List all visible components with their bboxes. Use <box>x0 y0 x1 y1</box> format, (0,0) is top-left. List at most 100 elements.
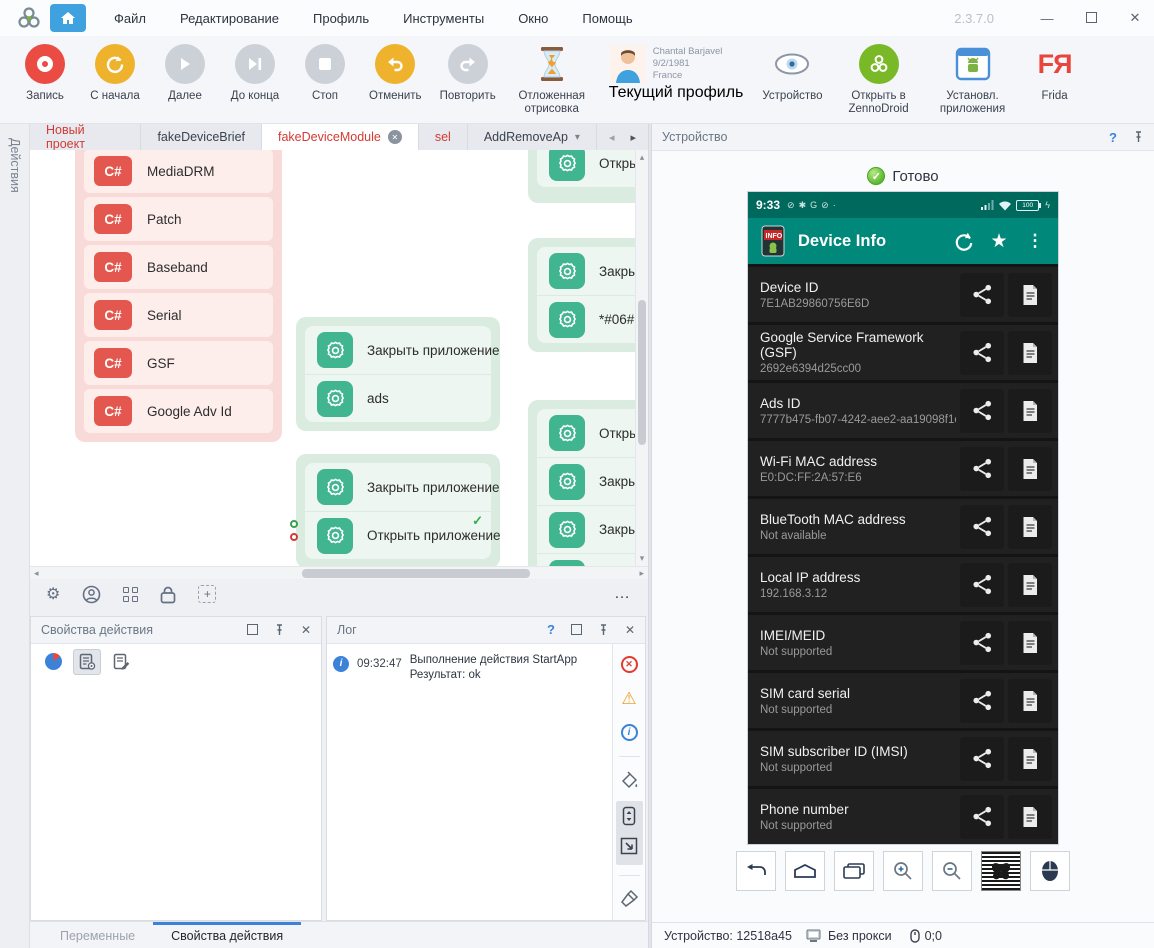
tab-fakeDeviceBrief[interactable]: fakeDeviceBrief <box>141 124 262 150</box>
log-close-icon[interactable]: ✕ <box>625 623 635 637</box>
share-button[interactable] <box>960 447 1004 491</box>
port-success[interactable] <box>290 520 298 528</box>
copy-button[interactable] <box>1008 737 1052 781</box>
menu-item-Редактирование[interactable]: Редактирование <box>180 11 279 26</box>
profile-pie-icon[interactable] <box>39 649 67 675</box>
copy-button[interactable] <box>1008 679 1052 723</box>
node-GSF[interactable]: C#GSF <box>84 341 273 385</box>
node-Открыть[interactable]: Открыть <box>537 150 648 187</box>
vscroll-thumb[interactable] <box>638 300 646 445</box>
log-pin-icon[interactable] <box>598 624 609 636</box>
device-help-icon[interactable]: ? <box>1109 130 1117 145</box>
tab-scroll-right-icon[interactable]: ▸ <box>630 131 636 144</box>
log-warnings-filter-icon[interactable]: ⚠ <box>616 686 643 712</box>
share-button[interactable] <box>960 795 1004 839</box>
back-button[interactable] <box>736 851 776 891</box>
log-info-filter-icon[interactable]: i <box>616 720 643 746</box>
more-tools-icon[interactable]: … <box>614 585 632 603</box>
node-Google Adv Id[interactable]: C#Google Adv Id <box>84 389 273 433</box>
zoom-out-button[interactable] <box>932 851 972 891</box>
close-button[interactable]: ✕ <box>1126 10 1144 26</box>
node-Закрыть[interactable]: Закрыть <box>537 247 648 295</box>
share-button[interactable] <box>960 563 1004 607</box>
tab-scroll-left-icon[interactable]: ◂ <box>609 131 615 144</box>
menu-item-Файл[interactable]: Файл <box>114 11 146 26</box>
share-button[interactable] <box>960 505 1004 549</box>
tab-fakeDeviceModule[interactable]: fakeDeviceModule✕ <box>262 124 419 150</box>
tab-Новый проект[interactable]: Новый проект <box>30 124 141 150</box>
log-autoscroll-icon[interactable] <box>616 803 643 829</box>
node-MediaDRM[interactable]: C#MediaDRM <box>84 150 273 193</box>
mouse-mode-button[interactable] <box>1030 851 1070 891</box>
maximize-button[interactable] <box>1082 11 1100 26</box>
refresh-icon[interactable] <box>950 231 976 252</box>
lock-icon[interactable] <box>160 585 176 604</box>
profile-tool-icon[interactable] <box>82 585 101 604</box>
minimize-button[interactable]: — <box>1038 11 1056 26</box>
butterfly-mode-button[interactable] <box>981 851 1021 891</box>
zoom-in-button[interactable] <box>883 851 923 891</box>
scroll-left-icon[interactable]: ◂ <box>34 568 39 579</box>
port-fail[interactable] <box>290 533 298 541</box>
actions-side-tab[interactable]: Действия <box>0 124 30 948</box>
share-button[interactable] <box>960 621 1004 665</box>
scroll-up-icon[interactable]: ▴ <box>636 152 648 163</box>
action-edit-icon[interactable] <box>107 649 135 675</box>
share-button[interactable] <box>960 737 1004 781</box>
node-ads[interactable]: ads <box>305 374 491 422</box>
copy-button[interactable] <box>1008 273 1052 317</box>
log-expand-icon[interactable] <box>616 833 643 859</box>
menu-item-Окно[interactable]: Окно <box>518 11 548 26</box>
node-*#06#[interactable]: *#06# <box>537 295 648 343</box>
favorite-icon[interactable]: ★ <box>986 230 1012 253</box>
stop-button[interactable]: Стоп <box>299 44 351 103</box>
properties-close-icon[interactable]: ✕ <box>301 623 311 637</box>
log-help-icon[interactable]: ? <box>547 622 555 637</box>
canvas-vscrollbar[interactable]: ▴ ▾ <box>635 150 648 566</box>
node-Открыть[interactable]: Открыть <box>537 553 648 566</box>
share-button[interactable] <box>960 331 1004 375</box>
hscroll-thumb[interactable] <box>302 569 530 578</box>
node-Закрыть приложение[interactable]: Закрыть приложение <box>305 326 491 374</box>
current-profile-button[interactable]: Chantal Barjavel 9/2/1981 France Текущий… <box>609 44 744 102</box>
node-Закрыть приложение[interactable]: Закрыть приложение <box>305 463 491 511</box>
copy-button[interactable] <box>1008 389 1052 433</box>
properties-maximize-icon[interactable] <box>247 624 258 635</box>
copy-button[interactable] <box>1008 505 1052 549</box>
open-in-zennodroid-button[interactable]: Открыть в ZennoDroid <box>841 44 917 116</box>
tab-AddRemoveAp[interactable]: AddRemoveAp▾ <box>468 124 597 150</box>
overflow-menu-icon[interactable]: ⋮ <box>1022 231 1048 251</box>
device-pin-icon[interactable] <box>1133 131 1144 143</box>
copy-button[interactable] <box>1008 331 1052 375</box>
menu-item-Помощь[interactable]: Помощь <box>582 11 632 26</box>
scroll-down-icon[interactable]: ▾ <box>636 553 648 564</box>
node-Serial[interactable]: C#Serial <box>84 293 273 337</box>
share-button[interactable] <box>960 273 1004 317</box>
add-region-icon[interactable]: + <box>198 585 216 603</box>
node-Открыть[interactable]: Открыть <box>537 409 648 457</box>
node-Открыть приложение[interactable]: Открыть приложение✓ <box>305 511 491 559</box>
log-errors-filter-icon[interactable]: ✕ <box>616 652 643 678</box>
redo-button[interactable]: Повторить <box>440 44 496 103</box>
home-button[interactable] <box>50 4 86 32</box>
copy-button[interactable] <box>1008 447 1052 491</box>
menu-item-Профиль[interactable]: Профиль <box>313 11 369 26</box>
menu-item-Инструменты[interactable]: Инструменты <box>403 11 484 26</box>
tab-close-icon[interactable]: ✕ <box>388 130 402 144</box>
node-Baseband[interactable]: C#Baseband <box>84 245 273 289</box>
record-button[interactable]: Запись <box>19 44 71 103</box>
node-Закрыть[interactable]: Закрыть <box>537 505 648 553</box>
copy-button[interactable] <box>1008 795 1052 839</box>
chevron-down-icon[interactable]: ▾ <box>575 132 580 143</box>
home-nav-button[interactable] <box>785 851 825 891</box>
log-maximize-icon[interactable] <box>571 624 582 635</box>
recent-apps-button[interactable] <box>834 851 874 891</box>
share-button[interactable] <box>960 679 1004 723</box>
frida-button[interactable]: FЯ Frida <box>1029 44 1081 103</box>
copy-button[interactable] <box>1008 563 1052 607</box>
canvas-settings-icon[interactable]: ⚙ <box>46 584 60 604</box>
run-to-end-button[interactable]: До конца <box>229 44 281 103</box>
properties-pin-icon[interactable] <box>274 624 285 636</box>
device-screen[interactable]: 9:33 ⊘ ✱ G ⊘ · 100 ϟ <box>748 192 1058 844</box>
undo-button[interactable]: Отменить <box>369 44 422 103</box>
